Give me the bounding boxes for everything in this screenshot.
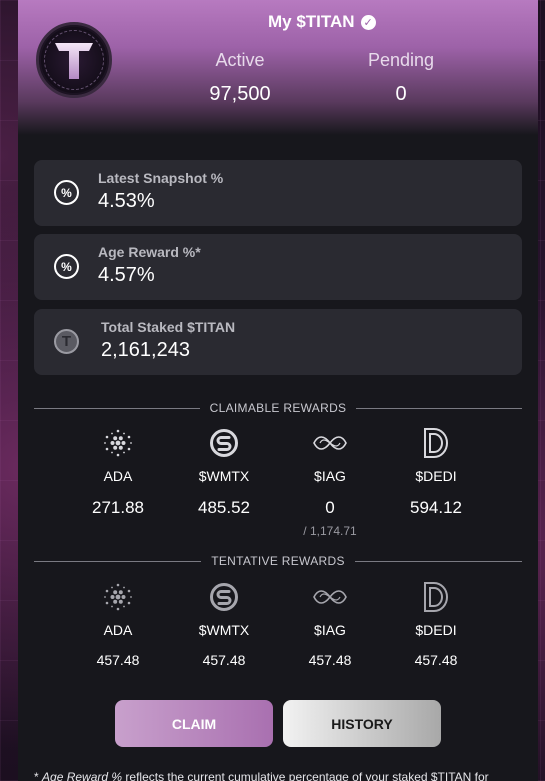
verified-check-icon: ✓ [360,14,376,30]
footnote: * Age Reward % reflects the current cumu… [34,770,489,781]
dedi-icon [424,428,448,458]
history-button[interactable]: HISTORY [283,700,441,747]
dedi-icon [424,582,448,612]
tentative-heading: TENTATIVE REWARDS [211,554,345,568]
snapshot-value: 4.53% [98,190,155,212]
reward-name: $WMTX [198,622,250,638]
claim-button[interactable]: CLAIM [115,700,273,747]
reward-name: $IAG [314,622,346,638]
percent-icon: % [54,254,79,279]
iag-icon [313,590,347,604]
reward-value: 457.48 [202,652,246,668]
footnote-emphasis: Age Reward % [42,770,123,781]
total-staked-label: Total Staked $TITAN [101,319,236,335]
active-label: Active [215,50,265,70]
age-reward-label: Age Reward %* [98,244,201,260]
reward-name: $DEDI [415,468,457,484]
tentative-wmtx: $WMTX 457.48 [179,580,269,668]
reward-name: ADA [103,468,133,484]
reward-name: $DEDI [415,622,457,638]
tentative-dedi: $DEDI 457.48 [391,580,481,668]
iag-icon [313,436,347,450]
active-value: 97,500 [209,83,271,105]
page-title-text: My $TITAN [268,12,355,31]
tentative-iag: $IAG 457.48 [285,580,375,668]
reward-name: ADA [103,622,133,638]
percent-icon: % [54,180,79,205]
reward-value: 457.48 [308,652,352,668]
age-reward-card: % Age Reward %* 4.57% [34,234,522,300]
panel-header: My $TITAN ✓ Active 97,500 Pending 0 [18,0,538,135]
pending-stat: Pending 0 [341,50,461,106]
reward-name: $IAG [314,468,346,484]
reward-name: $WMTX [198,468,250,484]
footnote-text: reflects the current cumulative percenta… [122,770,489,781]
total-staked-card: T Total Staked $TITAN 2,161,243 [34,309,522,375]
age-reward-value: 4.57% [98,264,155,286]
claimable-iag: $IAG 0 / 1,174.71 [285,426,375,538]
tentative-ada: ADA 457.48 [73,580,163,668]
reward-value: 457.48 [96,652,140,668]
claimable-wmtx: $WMTX 485.52 [179,426,269,518]
reward-value: 0 [325,498,335,517]
claimable-heading: CLAIMABLE REWARDS [209,401,347,415]
wmtx-icon [210,429,238,457]
claimable-divider: CLAIMABLE REWARDS [34,401,522,415]
pending-label: Pending [367,50,435,70]
claimable-dedi: $DEDI 594.12 [391,426,481,518]
tentative-divider: TENTATIVE REWARDS [34,554,522,568]
titan-token-icon: T [54,329,79,354]
reward-value: 485.52 [198,498,250,517]
ada-icon [104,429,132,457]
page-title: My $TITAN ✓ [268,12,376,32]
pending-value: 0 [395,83,407,105]
active-stat: Active 97,500 [180,50,300,106]
snapshot-label: Latest Snapshot % [98,170,224,186]
footnote-prefix: * [34,770,43,781]
staking-panel: My $TITAN ✓ Active 97,500 Pending 0 % La… [18,0,538,781]
reward-subvalue: / 1,174.71 [303,524,357,538]
ada-icon [104,583,132,611]
reward-value: 594.12 [410,498,462,517]
reward-value: 271.88 [92,498,144,517]
wmtx-icon [210,583,238,611]
total-staked-value: 2,161,243 [101,339,190,361]
claimable-ada: ADA 271.88 [73,426,163,518]
reward-value: 457.48 [414,652,458,668]
snapshot-card: % Latest Snapshot % 4.53% [34,160,522,226]
titan-logo [36,22,112,98]
